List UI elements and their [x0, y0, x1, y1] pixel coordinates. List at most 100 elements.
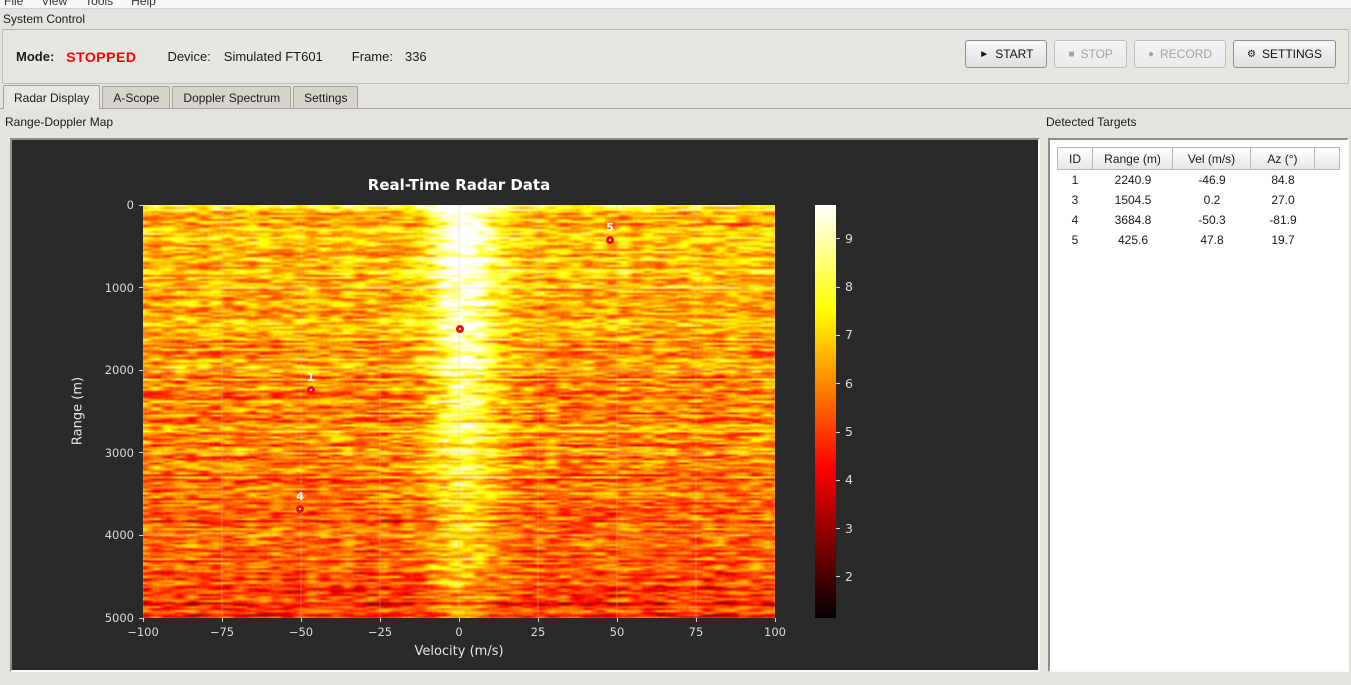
- colorbar-tick-mark: [836, 383, 840, 385]
- colorbar-tick-label: 7: [845, 327, 853, 343]
- target-id-label: 4: [296, 490, 304, 504]
- y-tick-label: 0: [126, 198, 134, 212]
- table-column-header[interactable]: Az (°): [1251, 147, 1315, 170]
- table-header-row: ID Range (m) Vel (m/s) Az (°): [1057, 147, 1340, 170]
- x-tick-label: 100: [764, 625, 786, 639]
- target-marker: [606, 236, 615, 245]
- x-tick-mark: [300, 618, 302, 622]
- table-row[interactable]: 3 1504.5 0.2 27.0: [1057, 190, 1340, 210]
- detected-targets-panel: ID Range (m) Vel (m/s) Az (°) 1 2240.9 -46.9 8…: [1048, 138, 1349, 672]
- table-row[interactable]: 4 3684.8 -50.3 -81.9: [1057, 210, 1340, 230]
- y-tick-mark: [139, 452, 143, 454]
- table-cell: 1504.5: [1114, 193, 1152, 207]
- table-cell: 84.8: [1271, 173, 1295, 187]
- mode-label: Mode:: [16, 49, 55, 64]
- menu-help[interactable]: Help: [131, 0, 156, 8]
- settings-button[interactable]: ⚙ SETTINGS: [1233, 40, 1336, 68]
- menu-view[interactable]: View: [41, 0, 67, 8]
- table-cell: -81.9: [1269, 213, 1297, 227]
- table-cell: 425.6: [1117, 233, 1149, 247]
- x-axis-label: Velocity (m/s): [414, 644, 504, 659]
- table-row[interactable]: 1 2240.9 -46.9 84.8: [1057, 170, 1340, 190]
- table-header-stub: [1315, 147, 1340, 170]
- device-label: Device:: [167, 49, 211, 64]
- table-cell: 4: [1071, 213, 1079, 227]
- gear-icon: ⚙: [1247, 48, 1256, 60]
- table-cell: 5: [1071, 233, 1079, 247]
- y-tick-label: 3000: [104, 445, 134, 460]
- y-tick-mark: [139, 287, 143, 289]
- table-cell: -46.9: [1198, 173, 1226, 187]
- table-row[interactable]: 5 425.6 47.8 19.7: [1057, 230, 1340, 250]
- colorbar: [815, 205, 836, 618]
- table-cell: 0.2: [1203, 193, 1221, 207]
- detected-targets-table: ID Range (m) Vel (m/s) Az (°) 1 2240.9 -46.9 8…: [1057, 147, 1340, 250]
- colorbar-tick-label: 5: [845, 424, 853, 440]
- x-tick-mark: [774, 618, 776, 622]
- y-tick-mark: [139, 617, 143, 619]
- menu-tools[interactable]: Tools: [85, 0, 113, 8]
- target-marker: [296, 505, 305, 514]
- x-tick-mark: [537, 618, 539, 622]
- start-button[interactable]: ► START: [965, 40, 1048, 68]
- table-cell: 19.7: [1271, 233, 1295, 247]
- table-cell: 1: [1071, 173, 1079, 187]
- colorbar-tick-label: 3: [845, 520, 853, 536]
- x-tick-label: 50: [609, 625, 625, 639]
- colorbar-tick-mark: [836, 528, 840, 530]
- control-buttons: ► START ■ STOP ● RECORD ⚙ SETTINGS: [965, 40, 1336, 68]
- frame-label: Frame:: [351, 49, 393, 64]
- y-tick-label: 2000: [104, 363, 134, 378]
- plot-title: Real-Time Radar Data: [367, 176, 551, 194]
- target-id-label: 1: [306, 371, 315, 385]
- x-tick-mark: [379, 618, 381, 622]
- x-tick-label: −100: [127, 625, 159, 639]
- x-tick-label: −50: [288, 625, 314, 639]
- x-tick-mark: [458, 618, 460, 622]
- target-id-label: 5: [606, 221, 614, 235]
- range-doppler-map-label: Range-Doppler Map: [5, 115, 114, 129]
- target-marker: [455, 325, 464, 334]
- x-tick-label: 25: [530, 625, 546, 639]
- table-column-header[interactable]: Vel (m/s): [1173, 147, 1251, 170]
- table-column-header[interactable]: Range (m): [1093, 147, 1173, 170]
- colorbar-tick-label: 4: [845, 472, 853, 488]
- table-cell: 3684.8: [1114, 213, 1152, 227]
- table-cell: 27.0: [1271, 193, 1295, 207]
- range-doppler-heatmap: [143, 205, 775, 618]
- colorbar-tick-mark: [836, 576, 840, 578]
- device-value: Simulated FT601: [223, 49, 323, 64]
- tab-a-scope[interactable]: A-Scope: [102, 86, 171, 108]
- tab-radar-display[interactable]: Radar Display: [3, 85, 101, 109]
- system-control-group-label: System Control: [3, 12, 86, 26]
- y-tick-label: 4000: [104, 528, 134, 543]
- colorbar-tick-mark: [836, 431, 840, 433]
- y-tick-mark: [139, 204, 143, 206]
- table-column-header[interactable]: ID: [1057, 147, 1093, 170]
- range-doppler-plot-panel: Real-Time Radar Data Velocity (m/s) Rang…: [10, 138, 1040, 672]
- x-tick-label: 75: [688, 625, 704, 639]
- x-tick-mark: [142, 618, 144, 622]
- colorbar-tick-mark: [836, 479, 840, 481]
- colorbar-tick-mark: [836, 286, 840, 288]
- y-tick-mark: [139, 534, 143, 536]
- colorbar-tick-label: 9: [845, 230, 853, 246]
- tab-bar: Radar Display A-Scope Doppler Spectrum S…: [0, 85, 1351, 109]
- colorbar-tick-mark: [836, 238, 840, 240]
- x-tick-label: 0: [455, 625, 463, 639]
- colorbar-tick-mark: [836, 334, 840, 336]
- record-button[interactable]: ● RECORD: [1133, 40, 1227, 68]
- table-cell: -50.3: [1198, 213, 1226, 227]
- tab-settings[interactable]: Settings: [293, 86, 359, 108]
- table-cell: 3: [1071, 193, 1079, 207]
- stop-icon: ■: [1068, 48, 1075, 60]
- target-marker: [306, 386, 315, 395]
- target-id-label: 3: [455, 310, 464, 324]
- stop-button[interactable]: ■ STOP: [1054, 40, 1127, 68]
- y-axis-label: Range (m): [70, 376, 86, 446]
- tab-doppler-spectrum[interactable]: Doppler Spectrum: [172, 86, 292, 108]
- y-tick-label: 1000: [104, 280, 134, 295]
- menu-file[interactable]: File: [4, 0, 23, 8]
- table-cell: 47.8: [1200, 233, 1224, 247]
- colorbar-tick-label: 6: [845, 375, 853, 391]
